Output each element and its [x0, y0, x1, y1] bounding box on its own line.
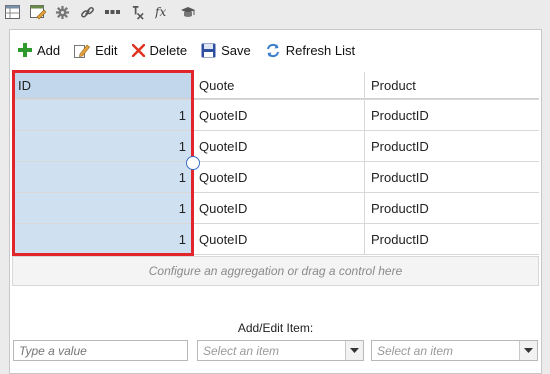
edit-label: Edit — [95, 42, 118, 58]
product-select[interactable]: Select an item — [371, 340, 538, 361]
add-edit-row: Select an item Select an item — [13, 340, 538, 362]
delete-icon — [131, 43, 145, 57]
items-table: ID Quote Product 1 QuoteID ProductID 1 Q… — [12, 72, 539, 255]
column-header-quote[interactable]: Quote — [193, 72, 365, 99]
cell-id[interactable]: 1 — [12, 100, 193, 130]
column-header-id[interactable]: ID — [12, 72, 193, 99]
gear-icon[interactable] — [54, 4, 71, 21]
cell-id[interactable]: 1 — [12, 193, 193, 223]
cell-quote[interactable]: QuoteID — [193, 162, 365, 192]
edit-button[interactable]: Edit — [74, 42, 118, 58]
cell-product[interactable]: ProductID — [365, 131, 539, 161]
link-icon[interactable] — [79, 4, 96, 21]
svg-text:fx: fx — [155, 5, 166, 19]
grid-settings-icon[interactable] — [4, 4, 21, 21]
graduation-cap-icon[interactable] — [179, 4, 196, 21]
edit-window-icon[interactable] — [29, 4, 46, 21]
cell-quote[interactable]: QuoteID — [193, 224, 365, 254]
quote-select-placeholder: Select an item — [203, 344, 280, 358]
edit-icon — [74, 44, 91, 58]
cell-id[interactable]: 1 — [12, 162, 193, 192]
refresh-list-button[interactable]: Refresh List — [265, 43, 355, 58]
column-resize-handle[interactable] — [186, 156, 200, 170]
save-icon — [201, 43, 216, 57]
quote-select[interactable]: Select an item — [197, 340, 364, 361]
more-icon[interactable] — [104, 4, 121, 21]
cell-id[interactable]: 1 — [12, 224, 193, 254]
cell-product[interactable]: ProductID — [365, 100, 539, 130]
product-select-placeholder: Select an item — [377, 344, 454, 358]
delete-label: Delete — [149, 42, 188, 58]
cell-quote[interactable]: QuoteID — [193, 100, 365, 130]
delete-button[interactable]: Delete — [131, 42, 188, 58]
refresh-icon — [266, 43, 279, 57]
refresh-label: Refresh List — [285, 42, 356, 58]
column-header-product[interactable]: Product — [365, 72, 539, 99]
table-row[interactable]: 1 QuoteID ProductID — [12, 162, 539, 193]
table-header-row: ID Quote Product — [12, 72, 539, 100]
add-icon — [18, 43, 32, 57]
cell-quote[interactable]: QuoteID — [193, 131, 365, 161]
table-row[interactable]: 1 QuoteID ProductID — [12, 224, 539, 255]
dropdown-arrow-icon[interactable] — [519, 341, 537, 360]
value-input[interactable] — [13, 340, 188, 361]
clear-format-icon[interactable] — [129, 4, 146, 21]
table-row[interactable]: 1 QuoteID ProductID — [12, 131, 539, 162]
add-edit-title: Add/Edit Item: — [237, 321, 314, 335]
function-icon[interactable]: fx — [154, 4, 171, 21]
table-row[interactable]: 1 QuoteID ProductID — [12, 100, 539, 131]
cell-id[interactable]: 1 — [12, 131, 193, 161]
aggregation-drop-zone[interactable]: Configure an aggregation or drag a contr… — [12, 256, 539, 286]
grid-toolbar: Add Edit Delete Save Refresh List — [10, 30, 541, 70]
table-row[interactable]: 1 QuoteID ProductID — [12, 193, 539, 224]
top-toolbar: fx — [0, 0, 550, 24]
add-label: Add — [37, 42, 61, 58]
dropdown-arrow-icon[interactable] — [345, 341, 363, 360]
cell-quote[interactable]: QuoteID — [193, 193, 365, 223]
list-panel: Add Edit Delete Save Refresh List ID Quo… — [9, 29, 542, 374]
cell-product[interactable]: ProductID — [365, 193, 539, 223]
cell-product[interactable]: ProductID — [365, 224, 539, 254]
save-button[interactable]: Save — [201, 43, 251, 58]
save-label: Save — [221, 42, 251, 58]
cell-product[interactable]: ProductID — [365, 162, 539, 192]
add-button[interactable]: Add — [18, 43, 60, 58]
